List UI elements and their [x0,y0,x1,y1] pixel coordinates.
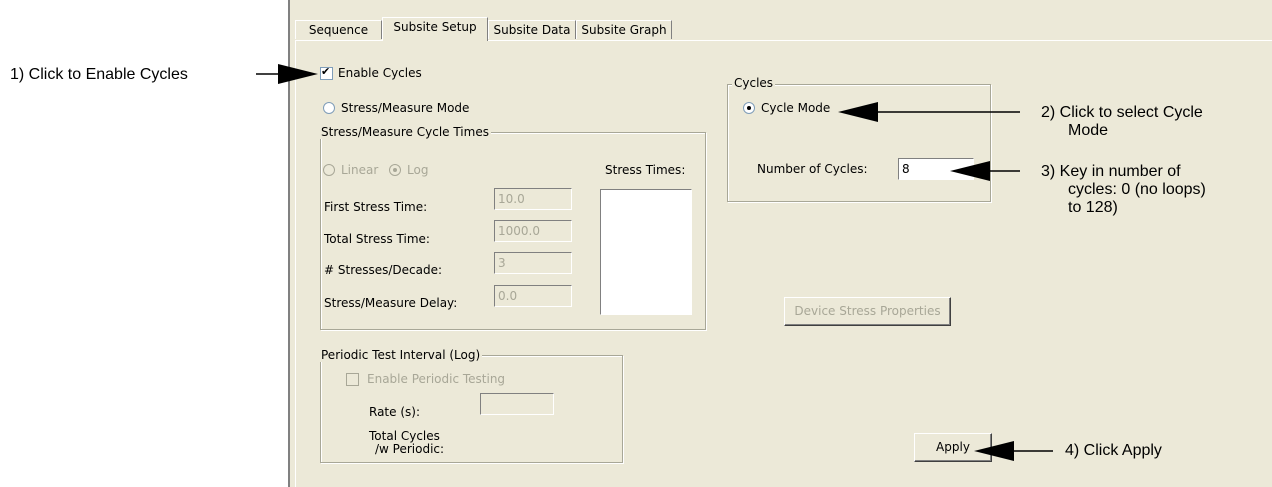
arrowhead-4 [974,441,1014,461]
tab-subsite-setup[interactable]: Subsite Setup [382,17,488,41]
arrowhead-3 [950,161,990,181]
callout-arrows [256,64,1053,461]
arrowhead-2 [838,102,878,122]
arrowhead-1 [278,64,318,84]
